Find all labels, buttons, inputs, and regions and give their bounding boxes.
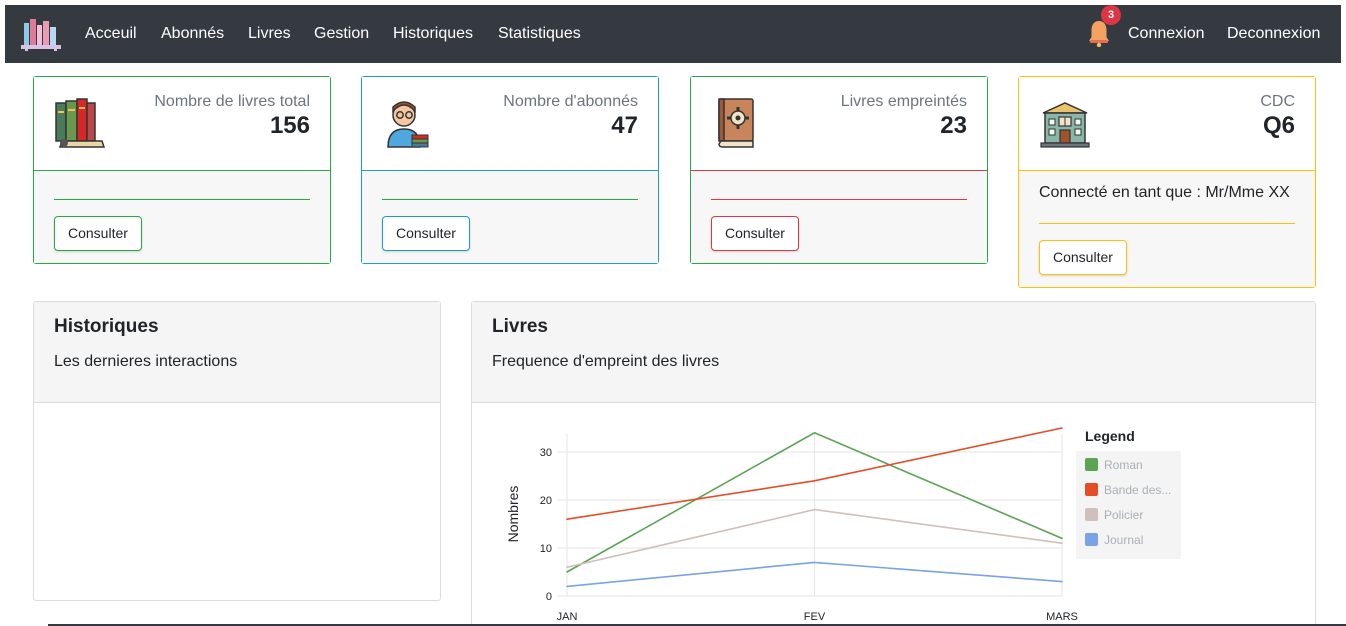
- consulter-books-button[interactable]: Consulter: [54, 216, 142, 251]
- consulter-subscribers-button[interactable]: Consulter: [382, 216, 470, 251]
- y-tick-label: 20: [540, 495, 552, 507]
- library-building-icon: [1040, 102, 1090, 148]
- notification-badge: 3: [1101, 5, 1121, 25]
- navbar: Acceuil Abonnés Livres Gestion Historiqu…: [5, 5, 1341, 63]
- card-cdc: CDC Q6 Connecté en tant que : Mr/Mme XX …: [1018, 76, 1316, 288]
- data-point: [1061, 537, 1063, 540]
- nav-historiques[interactable]: Historiques: [393, 24, 473, 44]
- card-books-label: Nombre de livres total: [154, 93, 310, 110]
- divider: [54, 199, 310, 200]
- legend-title: Legend: [1085, 428, 1135, 444]
- borrow-frequency-chart: 0 10 20 30 JAN FEV MARS Nombres Legend Roman Bande…: [505, 427, 1181, 623]
- data-point: [566, 518, 568, 520]
- nav-statistiques[interactable]: Statistiques: [498, 24, 581, 44]
- data-point: [566, 585, 568, 588]
- history-panel: Historiques Les dernieres interactions: [33, 301, 441, 601]
- x-tick-label: JAN: [557, 611, 578, 623]
- legend-swatch: [1085, 458, 1098, 471]
- data-point: [1061, 542, 1063, 544]
- data-point: [813, 561, 816, 564]
- consulter-borrowed-button[interactable]: Consulter: [711, 216, 799, 251]
- card-borrowed-label: Livres empreintés: [840, 93, 967, 110]
- y-tick-label: 10: [540, 543, 552, 555]
- x-tick-label: FEV: [804, 611, 826, 623]
- history-subtitle: Les dernieres interactions: [54, 353, 238, 370]
- card-books-total: Nombre de livres total 156 Consulter: [33, 76, 331, 264]
- card-subscribers-label: Nombre d'abonnés: [503, 93, 638, 110]
- y-tick-label: 30: [540, 447, 552, 459]
- legend-swatch: [1085, 508, 1098, 521]
- divider: [1039, 223, 1295, 224]
- book-gear-icon: [718, 98, 754, 148]
- nav-livres[interactable]: Livres: [248, 24, 291, 44]
- consulter-cdc-button[interactable]: Consulter: [1039, 240, 1127, 275]
- card-cdc-value: Q6: [1262, 112, 1295, 139]
- books-icon: [55, 98, 106, 148]
- card-borrowed-value: 23: [940, 112, 967, 139]
- data-point: [566, 571, 568, 573]
- reader-icon: [387, 101, 429, 148]
- legend-entry: Bande des...: [1104, 483, 1171, 497]
- nav-acceuil[interactable]: Acceuil: [85, 24, 137, 44]
- legend-entry: Roman: [1104, 458, 1143, 472]
- data-point: [813, 508, 816, 511]
- legend-swatch: [1085, 483, 1098, 496]
- data-point: [813, 432, 816, 434]
- card-books-value: 156: [269, 112, 310, 139]
- data-point: [566, 566, 568, 568]
- card-borrowed: Livres empreintés 23 Consulter: [690, 76, 988, 264]
- data-point: [1061, 580, 1063, 583]
- history-title: Historiques: [54, 316, 159, 337]
- y-tick-label: 0: [546, 591, 552, 603]
- x-tick-label: MARS: [1046, 611, 1078, 623]
- login-link[interactable]: Connexion: [1128, 24, 1205, 44]
- card-subscribers-value: 47: [611, 112, 638, 139]
- data-point: [813, 480, 816, 482]
- divider: [711, 199, 967, 200]
- logout-link[interactable]: Deconnexion: [1227, 24, 1320, 44]
- books-shelf-icon[interactable]: [21, 15, 61, 51]
- card-cdc-label: CDC: [1260, 93, 1295, 110]
- books-subtitle: Frequence d'empreint des livres: [492, 353, 720, 370]
- nav-gestion[interactable]: Gestion: [314, 24, 369, 44]
- divider: [382, 199, 638, 200]
- y-axis-label: Nombres: [505, 486, 521, 543]
- legend-entry: Policier: [1104, 508, 1143, 522]
- legend-entry: Journal: [1104, 533, 1143, 547]
- data-point: [1061, 427, 1063, 429]
- books-title: Livres: [492, 316, 548, 337]
- legend-swatch: [1085, 533, 1098, 546]
- books-panel: Livres Frequence d'empreint des livres 0…: [471, 301, 1316, 626]
- card-subscribers: Nombre d'abonnés 47 Consulter: [361, 76, 659, 264]
- nav-abonnes[interactable]: Abonnés: [161, 24, 224, 44]
- connected-as-text: Connecté en tant que : Mr/Mme XX: [1039, 184, 1290, 201]
